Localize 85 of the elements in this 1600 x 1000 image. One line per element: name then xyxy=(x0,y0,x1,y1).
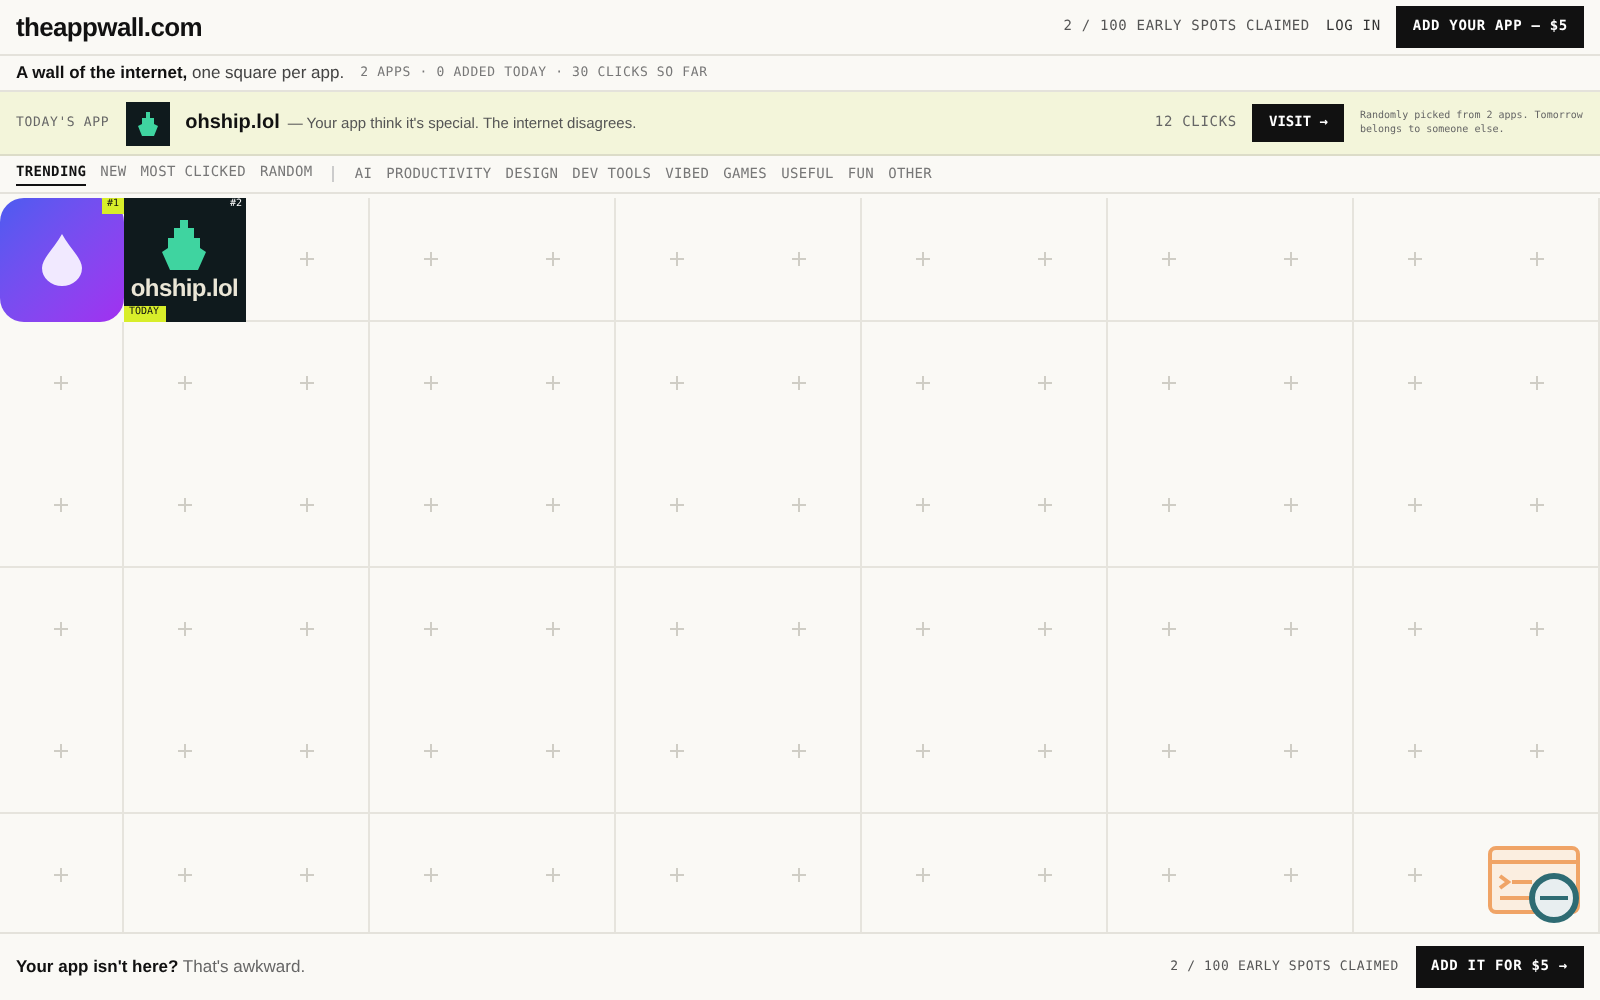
plus-icon[interactable] xyxy=(299,375,314,390)
footer-text: Your app isn't here? That's awkward. xyxy=(16,954,306,980)
plus-icon[interactable] xyxy=(545,743,560,758)
plus-icon[interactable] xyxy=(1407,621,1422,636)
floating-widget-icon[interactable] xyxy=(1488,846,1580,926)
plus-icon[interactable] xyxy=(423,375,438,390)
ship-icon xyxy=(158,219,211,272)
plus-icon[interactable] xyxy=(1161,251,1176,266)
plus-icon[interactable] xyxy=(1161,867,1176,882)
plus-icon[interactable] xyxy=(1037,251,1052,266)
plus-icon[interactable] xyxy=(915,497,930,512)
app-thumbnail[interactable] xyxy=(125,101,170,145)
plus-icon[interactable] xyxy=(53,375,68,390)
plus-icon[interactable] xyxy=(299,621,314,636)
plus-icon[interactable] xyxy=(915,251,930,266)
plus-icon[interactable] xyxy=(1161,497,1176,512)
plus-icon[interactable] xyxy=(1037,497,1052,512)
plus-icon[interactable] xyxy=(53,621,68,636)
plus-icon[interactable] xyxy=(1283,251,1298,266)
plus-icon[interactable] xyxy=(915,743,930,758)
plus-icon[interactable] xyxy=(53,497,68,512)
plus-icon[interactable] xyxy=(669,867,684,882)
plus-icon[interactable] xyxy=(545,375,560,390)
plus-icon[interactable] xyxy=(545,497,560,512)
plus-icon[interactable] xyxy=(669,497,684,512)
plus-icon[interactable] xyxy=(545,867,560,882)
plus-icon[interactable] xyxy=(1037,375,1052,390)
plus-icon[interactable] xyxy=(177,867,192,882)
plus-icon[interactable] xyxy=(1407,867,1422,882)
plus-icon[interactable] xyxy=(791,497,806,512)
plus-icon[interactable] xyxy=(1407,375,1422,390)
plus-icon[interactable] xyxy=(669,743,684,758)
plus-icon[interactable] xyxy=(423,743,438,758)
plus-icon[interactable] xyxy=(1407,251,1422,266)
plus-icon[interactable] xyxy=(1283,867,1298,882)
plus-icon[interactable] xyxy=(423,251,438,266)
plus-icon[interactable] xyxy=(915,621,930,636)
plus-icon[interactable] xyxy=(177,375,192,390)
plus-icon[interactable] xyxy=(1529,375,1544,390)
app-name-link[interactable]: ohship.lol xyxy=(185,108,280,138)
plus-icon[interactable] xyxy=(791,251,806,266)
plus-icon[interactable] xyxy=(545,621,560,636)
site-logo[interactable]: theappwall.com xyxy=(16,7,202,47)
plus-icon[interactable] xyxy=(791,621,806,636)
plus-icon[interactable] xyxy=(669,621,684,636)
drop-icon xyxy=(41,233,82,286)
logo-text: ohship.lol xyxy=(130,275,239,300)
plus-icon[interactable] xyxy=(177,743,192,758)
plus-icon[interactable] xyxy=(1283,743,1298,758)
plus-icon[interactable] xyxy=(1161,743,1176,758)
plus-icon[interactable] xyxy=(299,251,314,266)
plus-icon[interactable] xyxy=(299,867,314,882)
plus-icon[interactable] xyxy=(53,743,68,758)
plus-icon[interactable] xyxy=(1283,497,1298,512)
plus-icon[interactable] xyxy=(53,867,68,882)
plus-icon[interactable] xyxy=(1529,497,1544,512)
plus-icon[interactable] xyxy=(1529,621,1544,636)
plus-icon[interactable] xyxy=(791,743,806,758)
plus-icon[interactable] xyxy=(791,375,806,390)
plus-icon[interactable] xyxy=(545,251,560,266)
app-tile[interactable] xyxy=(0,198,123,321)
plus-icon[interactable] xyxy=(915,867,930,882)
plus-icon[interactable] xyxy=(1407,497,1422,512)
plus-icon[interactable] xyxy=(1037,867,1052,882)
plus-icon[interactable] xyxy=(423,867,438,882)
plus-icon[interactable] xyxy=(791,867,806,882)
plus-icon[interactable] xyxy=(1529,743,1544,758)
plus-icon[interactable] xyxy=(1529,251,1544,266)
plus-icon[interactable] xyxy=(669,251,684,266)
plus-icon[interactable] xyxy=(915,375,930,390)
plus-icon[interactable] xyxy=(299,743,314,758)
plus-icon[interactable] xyxy=(1407,743,1422,758)
plus-icon[interactable] xyxy=(1161,621,1176,636)
plus-icon[interactable] xyxy=(1283,621,1298,636)
tagline-text: A wall of the internet, one square per app. xyxy=(16,60,345,86)
plus-icon[interactable] xyxy=(423,497,438,512)
plus-icon[interactable] xyxy=(299,497,314,512)
plus-icon[interactable] xyxy=(177,621,192,636)
plus-icon[interactable] xyxy=(1283,375,1298,390)
plus-icon[interactable] xyxy=(1037,621,1052,636)
plus-icon[interactable] xyxy=(177,497,192,512)
plus-icon[interactable] xyxy=(423,621,438,636)
plus-icon[interactable] xyxy=(1037,743,1052,758)
plus-icon[interactable] xyxy=(669,375,684,390)
plus-icon[interactable] xyxy=(1161,375,1176,390)
